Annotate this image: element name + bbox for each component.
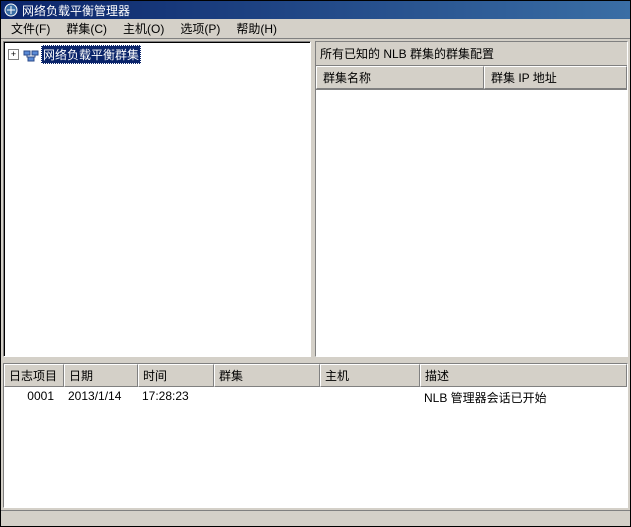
col-cluster-ip[interactable]: 群集 IP 地址 xyxy=(484,66,627,89)
cluster-group-icon xyxy=(23,48,39,62)
details-column-headers: 群集名称 群集 IP 地址 xyxy=(316,66,627,90)
details-pane: 所有已知的 NLB 群集的群集配置 群集名称 群集 IP 地址 xyxy=(315,41,628,357)
titlebar: 网络负载平衡管理器 xyxy=(1,1,630,19)
tree-root-label[interactable]: 网络负载平衡群集 xyxy=(41,45,141,64)
log-column-headers: 日志项目 日期 时间 群集 主机 描述 xyxy=(4,364,627,387)
tree-pane: + 网络负载平衡群集 xyxy=(3,41,311,357)
log-cell-cluster xyxy=(214,388,320,407)
log-row[interactable]: 0001 2013/1/14 17:28:23 NLB 管理器会话已开始 xyxy=(4,387,627,408)
log-cell-desc: NLB 管理器会话已开始 xyxy=(420,388,627,407)
log-cell-item: 0001 xyxy=(4,388,64,407)
log-cell-time: 17:28:23 xyxy=(138,388,214,407)
log-pane: 日志项目 日期 时间 群集 主机 描述 0001 2013/1/14 17:28… xyxy=(3,363,628,508)
log-col-desc[interactable]: 描述 xyxy=(420,364,627,387)
log-col-cluster[interactable]: 群集 xyxy=(214,364,320,387)
log-col-item[interactable]: 日志项目 xyxy=(4,364,64,387)
app-icon xyxy=(4,3,18,17)
tree-root-row[interactable]: + 网络负载平衡群集 xyxy=(6,44,308,65)
content-area: + 网络负载平衡群集 所有已知的 NLB 群集的群集配置 群集 xyxy=(1,39,630,526)
status-strip xyxy=(1,510,630,526)
log-col-host[interactable]: 主机 xyxy=(320,364,420,387)
col-cluster-name[interactable]: 群集名称 xyxy=(316,66,484,89)
log-cell-date: 2013/1/14 xyxy=(64,388,138,407)
log-col-time[interactable]: 时间 xyxy=(138,364,214,387)
log-col-date[interactable]: 日期 xyxy=(64,364,138,387)
menu-help[interactable]: 帮助(H) xyxy=(228,18,285,39)
menu-file[interactable]: 文件(F) xyxy=(3,18,58,39)
menu-host[interactable]: 主机(O) xyxy=(115,18,172,39)
tree-expander-icon[interactable]: + xyxy=(8,49,19,60)
menubar: 文件(F) 群集(C) 主机(O) 选项(P) 帮助(H) xyxy=(1,19,630,39)
menu-cluster[interactable]: 群集(C) xyxy=(58,18,115,39)
menu-options[interactable]: 选项(P) xyxy=(172,18,228,39)
details-list-body xyxy=(316,90,627,356)
app-window: 网络负载平衡管理器 文件(F) 群集(C) 主机(O) 选项(P) 帮助(H) … xyxy=(0,0,631,527)
details-heading: 所有已知的 NLB 群集的群集配置 xyxy=(316,42,627,66)
log-body: 0001 2013/1/14 17:28:23 NLB 管理器会话已开始 xyxy=(4,387,627,507)
window-title: 网络负载平衡管理器 xyxy=(22,2,130,19)
top-panes: + 网络负载平衡群集 所有已知的 NLB 群集的群集配置 群集 xyxy=(1,39,630,359)
log-cell-host xyxy=(320,388,420,407)
